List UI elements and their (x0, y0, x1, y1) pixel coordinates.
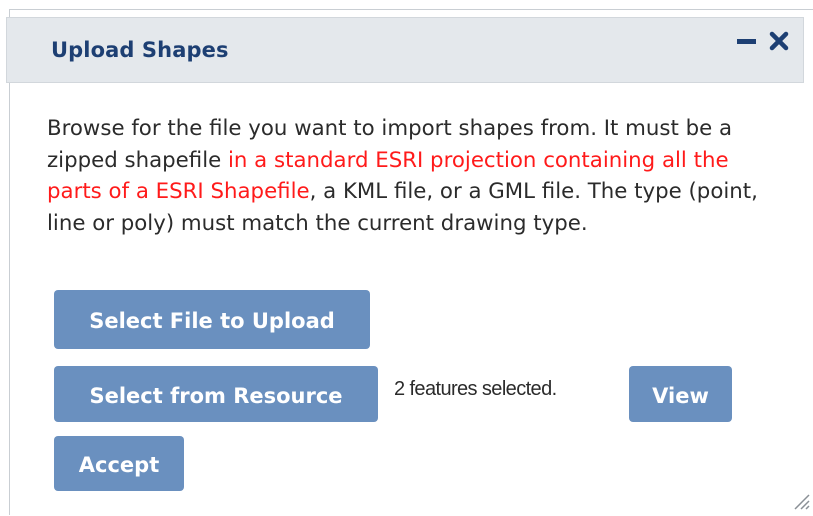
select-from-resource-button[interactable]: Select from Resource (54, 366, 378, 422)
instructions-text: Browse for the file you want to import s… (47, 113, 787, 239)
selection-status: 2 features selected. (394, 378, 557, 400)
dialog-header: Upload Shapes (6, 17, 804, 83)
accept-button[interactable]: Accept (54, 436, 184, 491)
view-button[interactable]: View (629, 366, 732, 422)
close-icon[interactable] (769, 31, 789, 51)
resize-grip-icon[interactable] (789, 489, 811, 511)
dialog-title: Upload Shapes (51, 38, 229, 62)
select-file-button[interactable]: Select File to Upload (54, 290, 370, 349)
minimize-icon[interactable] (736, 33, 758, 47)
